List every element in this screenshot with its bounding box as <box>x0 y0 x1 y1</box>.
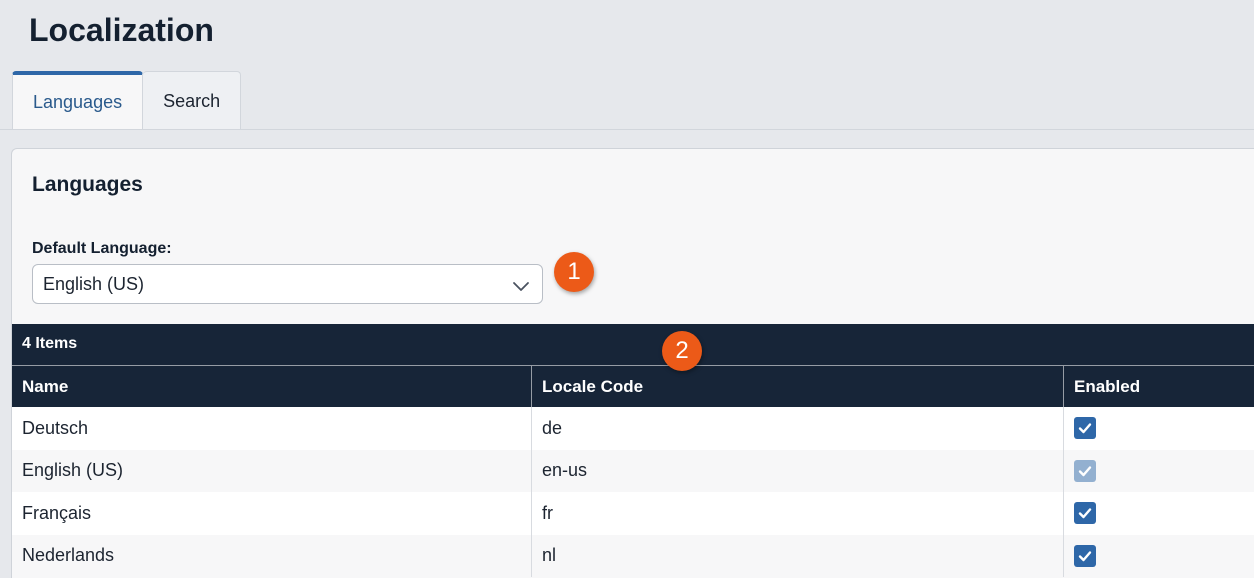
tab-languages[interactable]: Languages <box>12 71 144 130</box>
locale-code-cell: de <box>531 407 1063 450</box>
language-name-cell: Deutsch <box>22 417 89 438</box>
check-icon <box>1078 551 1092 561</box>
languages-grid-header: 4 Items Name Locale Code Enabled <box>12 324 1254 407</box>
language-name-cell: English (US) <box>22 460 124 481</box>
table-row[interactable]: Nederlands nl <box>12 534 1254 577</box>
language-name-cell: Français <box>22 502 92 523</box>
table-row[interactable]: English (US) en-us <box>12 449 1254 492</box>
enabled-checkbox[interactable] <box>1074 544 1096 567</box>
enabled-cell <box>1063 449 1254 492</box>
check-icon <box>1078 508 1092 519</box>
default-language-label: Default Language: <box>32 240 172 257</box>
table-row[interactable]: Français fr <box>12 492 1254 535</box>
check-icon <box>1078 423 1092 434</box>
enabled-checkbox[interactable] <box>1074 502 1096 525</box>
annotation-badge-2: 2 <box>662 331 702 371</box>
tab-bar: Languages Search <box>12 71 242 130</box>
check-icon <box>1078 466 1092 476</box>
tab-search[interactable]: Search <box>143 71 242 130</box>
tab-bar-divider <box>0 129 1254 130</box>
locale-code-cell: en-us <box>531 449 1063 492</box>
items-count: 4 Items <box>22 335 78 352</box>
enabled-cell <box>1063 534 1254 577</box>
locale-code-cell: nl <box>531 534 1063 577</box>
enabled-cell <box>1063 407 1254 450</box>
default-language-value: English (US) <box>43 273 145 294</box>
page-title: Localization <box>29 12 214 48</box>
default-language-select[interactable]: English (US) <box>32 264 543 304</box>
column-header-enabled[interactable]: Enabled <box>1063 366 1254 407</box>
annotation-badge-1: 1 <box>554 252 594 292</box>
table-row[interactable]: Deutsch de <box>12 407 1254 450</box>
enabled-checkbox[interactable] <box>1074 417 1096 440</box>
languages-panel: Languages Default Language: English (US)… <box>11 148 1254 578</box>
enabled-checkbox <box>1074 459 1096 482</box>
locale-code-cell: fr <box>531 492 1063 535</box>
panel-title: Languages <box>32 173 143 196</box>
column-header-name[interactable]: Name <box>12 366 531 407</box>
chevron-down-icon <box>512 277 530 291</box>
enabled-cell <box>1063 492 1254 535</box>
language-name-cell: Nederlands <box>22 545 115 566</box>
column-header-locale-code[interactable]: Locale Code <box>531 366 1063 407</box>
languages-grid-body: Deutsch de English (US) en-us Français f… <box>12 407 1254 577</box>
